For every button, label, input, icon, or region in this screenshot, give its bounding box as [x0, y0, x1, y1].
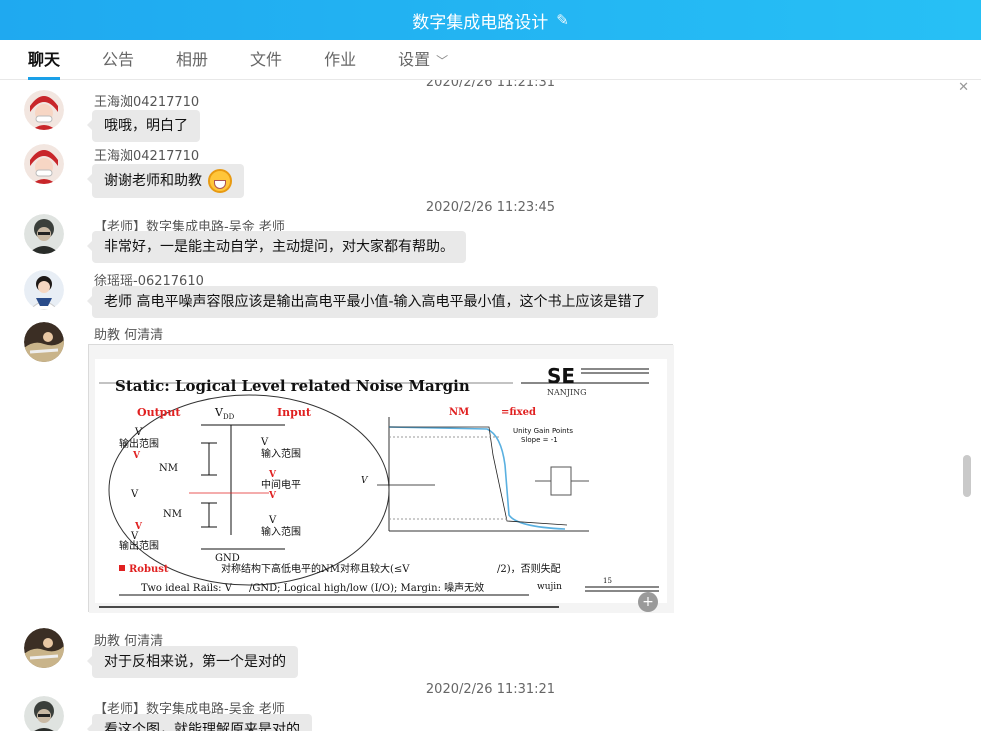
slide-text: V — [260, 437, 269, 448]
slide-text: Slope = -1 — [521, 436, 558, 444]
slide-text: Two ideal Rails: V — [141, 583, 233, 594]
avatar[interactable] — [24, 628, 64, 668]
message-bubble[interactable]: 看这个图，就能理解原来是对的 — [87, 714, 312, 731]
grin-emoji-icon — [208, 169, 233, 193]
tab-homework[interactable]: 作业 — [324, 40, 356, 80]
slide-text: =fixed — [501, 407, 536, 418]
slide-text: 输入范围 — [261, 525, 301, 538]
slide-image[interactable]: Static: Logical Level related Noise Marg… — [88, 344, 674, 613]
avatar[interactable] — [24, 270, 64, 310]
slide-text: Robust — [129, 564, 169, 575]
message-bubble[interactable]: 对于反相来说，第一个是对的 — [87, 646, 298, 678]
slide-text: Output — [137, 406, 181, 419]
tab-label: 文件 — [250, 49, 283, 69]
timestamp: 2020/2/26 11:31:21 — [425, 682, 556, 697]
slide-text: 输出范围 — [119, 539, 159, 552]
tab-label: 聊天 — [28, 49, 61, 69]
group-title: 数字集成电路设计 — [412, 12, 549, 33]
tab-label: 作业 — [324, 49, 357, 69]
slide-text: 输入范围 — [261, 447, 301, 460]
zoom-in-icon[interactable]: + — [638, 592, 658, 612]
slide-text: /2)，否则失配 — [497, 562, 561, 575]
message-bubble[interactable]: 哦哦，明白了 — [87, 110, 200, 142]
slide-text: 中间电平 — [261, 478, 301, 491]
pencil-icon[interactable]: ✎ — [556, 11, 569, 29]
tab-album[interactable]: 相册 — [176, 40, 208, 80]
sender-name: 王海洳04217710 — [94, 149, 200, 164]
tab-label: 设置 — [398, 49, 431, 69]
avatar[interactable] — [24, 214, 64, 254]
slide-text: NM — [163, 509, 182, 520]
chat-area[interactable]: 2020/2/26 11:21:31 王海洳04217710 哦哦，明白了 王海… — [0, 80, 960, 731]
tab-bar: 聊天 公告 相册 文件 作业 设置 ﹀ — [0, 40, 981, 80]
slide-text: NM — [159, 463, 178, 474]
slide-heading: Static: Logical Level related Noise Marg… — [115, 377, 470, 395]
slide-text: 15 — [603, 577, 612, 585]
chevron-down-icon: ﹀ — [436, 53, 449, 68]
slide-text: wujin — [537, 582, 562, 592]
message-bubble[interactable]: 老师 高电平噪声容限应该是输出高电平最小值-输入高电平最小值，这个书上应该是错了 — [87, 286, 658, 318]
tab-files[interactable]: 文件 — [250, 40, 282, 80]
slide-text: V — [268, 491, 277, 501]
tab-label: 公告 — [102, 49, 135, 69]
slide-text: V — [134, 427, 143, 438]
slide-text: V — [130, 489, 139, 500]
slide-text: Input — [277, 406, 312, 419]
scrollbar-thumb[interactable] — [963, 455, 971, 497]
avatar[interactable] — [24, 144, 64, 184]
slide-text: 输出范围 — [119, 437, 159, 450]
group-title-bar: 数字集成电路设计 ✎ — [0, 0, 981, 40]
tab-announcements[interactable]: 公告 — [102, 40, 134, 80]
sender-name: 助教 何清清 — [94, 328, 164, 343]
slide-text: NM — [449, 407, 469, 418]
tab-label: 相册 — [176, 49, 209, 69]
message-bubble[interactable]: 谢谢老师和助教 — [86, 164, 245, 198]
avatar[interactable] — [24, 322, 64, 362]
avatar[interactable] — [24, 696, 64, 731]
slide-text: V — [268, 470, 277, 480]
slide-text: V — [268, 515, 277, 526]
timestamp: 2020/2/26 11:21:31 — [425, 80, 556, 90]
avatar[interactable] — [24, 90, 64, 130]
slide-text: /GND; Logical high/low (I/O); Margin: 噪声… — [249, 581, 484, 594]
slide-text: V — [132, 451, 141, 461]
sender-name: 王海洳04217710 — [94, 95, 200, 110]
message-text: 谢谢老师和助教 — [104, 173, 202, 189]
slide-text: Unity Gain Points — [513, 427, 573, 435]
slide-text: GND — [215, 553, 240, 564]
slide-logo-sub: NANJING — [547, 388, 587, 397]
message-bubble[interactable]: 非常好，一是能主动自学，主动提问，对大家都有帮助。 — [87, 231, 466, 263]
slide-text: 对称结构下高低电平的NM对称且较大(≤V — [221, 562, 410, 575]
slide-text: DD — [223, 413, 235, 421]
tab-settings[interactable]: 设置 ﹀ — [398, 40, 448, 80]
slide-logo: SE — [547, 364, 575, 388]
tab-chat[interactable]: 聊天 — [28, 40, 61, 80]
timestamp: 2020/2/26 11:23:45 — [425, 200, 556, 215]
